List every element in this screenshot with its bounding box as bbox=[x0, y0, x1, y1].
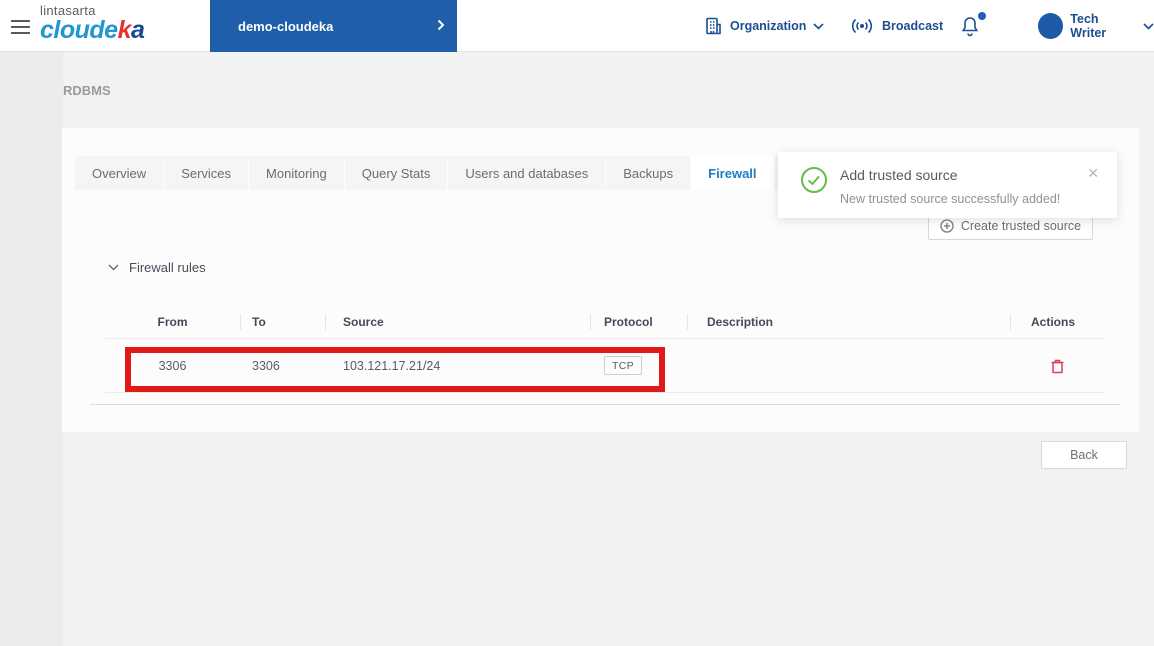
project-selector[interactable]: demo-cloudeka bbox=[210, 0, 457, 52]
cell-protocol: TCP bbox=[590, 356, 687, 375]
broadcast-icon bbox=[849, 17, 875, 35]
notification-dot bbox=[978, 12, 986, 20]
notifications-button[interactable] bbox=[960, 0, 986, 52]
organization-label: Organization bbox=[730, 19, 807, 33]
user-name: Tech Writer bbox=[1070, 12, 1107, 40]
col-header-from: From bbox=[157, 314, 188, 329]
tab-services[interactable]: Services bbox=[164, 156, 249, 190]
broadcast-menu[interactable]: Broadcast bbox=[849, 0, 943, 52]
success-toast: Add trusted source New trusted source su… bbox=[778, 152, 1117, 218]
organization-menu[interactable]: Organization bbox=[703, 0, 824, 52]
toast-message: New trusted source successfully added! bbox=[840, 192, 1061, 206]
tab-users-and-databases[interactable]: Users and databases bbox=[448, 156, 606, 190]
hamburger-menu-icon[interactable] bbox=[11, 20, 30, 34]
protocol-badge: TCP bbox=[604, 356, 642, 375]
page: lintasarta cloudeka demo-cloudeka Organi… bbox=[0, 0, 1154, 646]
col-header-actions: Actions bbox=[1010, 305, 1105, 338]
col-header-protocol: Protocol bbox=[590, 305, 687, 338]
cell-to: 3306 bbox=[252, 358, 280, 373]
user-menu[interactable]: Tech Writer bbox=[1038, 0, 1154, 52]
logo-cloudeka-text: cloudeka bbox=[40, 16, 145, 44]
table-bottom-divider bbox=[90, 404, 1120, 405]
check-circle-icon bbox=[800, 166, 828, 194]
firewall-rules-toggle[interactable]: Firewall rules bbox=[108, 260, 206, 275]
delete-rule-button[interactable] bbox=[1050, 358, 1065, 374]
tab-bar: Overview Services Monitoring Query Stats… bbox=[75, 156, 856, 190]
avatar bbox=[1038, 13, 1064, 39]
plus-circle-icon bbox=[940, 218, 954, 233]
col-header-source: Source bbox=[325, 305, 590, 338]
project-name: demo-cloudeka bbox=[238, 19, 334, 34]
back-label: Back bbox=[1070, 448, 1098, 462]
cell-from: 3306 bbox=[158, 358, 187, 373]
organization-icon bbox=[703, 16, 723, 36]
breadcrumb: RDBMS bbox=[63, 83, 111, 98]
table-row: 3306 3306 103.121.17.21/24 TCP bbox=[105, 339, 1105, 393]
tab-monitoring[interactable]: Monitoring bbox=[249, 156, 344, 190]
close-icon[interactable]: ✕ bbox=[1087, 165, 1099, 182]
chevron-down-icon bbox=[108, 264, 119, 271]
tab-query-stats[interactable]: Query Stats bbox=[344, 156, 448, 190]
chevron-down-icon bbox=[1143, 22, 1154, 30]
firewall-rules-table: From To Source Protocol Description Acti… bbox=[105, 305, 1105, 393]
broadcast-label: Broadcast bbox=[882, 19, 944, 33]
tab-backups[interactable]: Backups bbox=[606, 156, 691, 190]
bell-icon bbox=[960, 15, 980, 37]
chevron-right-icon bbox=[437, 19, 445, 31]
cloudeka-logo: lintasarta cloudeka bbox=[40, 4, 145, 44]
tab-overview[interactable]: Overview bbox=[75, 156, 164, 190]
cell-source: 103.121.17.21/24 bbox=[343, 358, 441, 373]
cell-actions bbox=[1010, 358, 1105, 374]
firewall-rules-title: Firewall rules bbox=[129, 260, 206, 275]
app-header: lintasarta cloudeka demo-cloudeka Organi… bbox=[0, 0, 1154, 52]
table-header-row: From To Source Protocol Description Acti… bbox=[105, 305, 1105, 339]
col-header-to: To bbox=[240, 305, 325, 338]
toast-title: Add trusted source bbox=[840, 167, 958, 183]
col-header-description: Description bbox=[687, 305, 1010, 338]
chevron-down-icon bbox=[813, 22, 824, 30]
create-trusted-source-label: Create trusted source bbox=[960, 218, 1082, 233]
back-button[interactable]: Back bbox=[1041, 441, 1127, 469]
tab-firewall[interactable]: Firewall bbox=[691, 156, 774, 190]
